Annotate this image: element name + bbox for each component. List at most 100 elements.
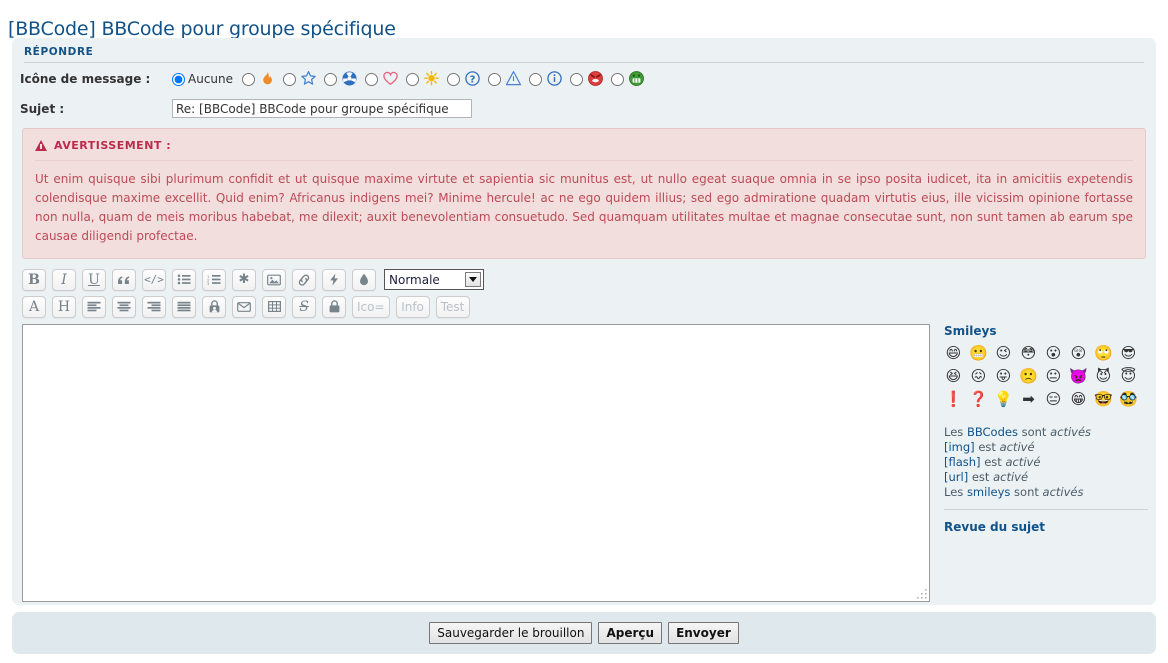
bbcode-status-link[interactable]: [img] xyxy=(944,440,975,454)
smiley-grid[interactable]: 😄 😬 😉 😳 😮 😲 🙄 😎 😆 😖 😛 🙁 😐 👿 😈 😇 ❗ ❓ 💡 ➡ 😑 😁 🤓 🥸 xyxy=(944,344,1144,413)
align-right-button[interactable] xyxy=(142,296,166,318)
info-button[interactable]: Info xyxy=(396,296,430,318)
bbcode-status-link[interactable]: smileys xyxy=(967,485,1010,499)
message-icon-radio-lightbulb-icon[interactable] xyxy=(406,73,419,86)
italic-button[interactable]: I xyxy=(52,269,76,291)
info-icon[interactable] xyxy=(545,70,563,88)
smiley-idea[interactable]: 💡 xyxy=(994,390,1013,409)
smiley-tongue[interactable]: 😛 xyxy=(994,367,1013,386)
smiley-annoyed[interactable]: 😖 xyxy=(969,367,988,386)
smiley-nerd[interactable]: 🥸 xyxy=(1119,390,1138,409)
topic-review-link[interactable]: Revue du sujet xyxy=(944,520,1148,534)
spoiler-button[interactable] xyxy=(322,296,346,318)
lightbulb-icon[interactable] xyxy=(422,70,440,88)
bold-button[interactable]: B xyxy=(22,269,46,291)
message-icon-radio-info-icon[interactable] xyxy=(529,73,542,86)
subject-input[interactable] xyxy=(172,99,472,118)
message-icon-group[interactable]: Aucune? xyxy=(172,70,652,88)
message-icon-option-star-icon[interactable] xyxy=(283,70,317,88)
smiley-plain[interactable]: 😑 xyxy=(1044,390,1063,409)
smiley-embarrassed[interactable]: 😳 xyxy=(1019,344,1038,363)
smiley-surprised[interactable]: 😮 xyxy=(1044,344,1063,363)
message-icon-option-radioactive-icon[interactable] xyxy=(324,70,358,88)
smiley-devil-grin[interactable]: 😈 xyxy=(1094,367,1113,386)
align-justify-button[interactable] xyxy=(172,296,196,318)
smiley-laugh[interactable]: 😄 xyxy=(944,344,963,363)
star-icon[interactable] xyxy=(299,70,317,88)
strikethrough-button[interactable]: S xyxy=(292,296,316,318)
message-icon-option-warning-icon[interactable] xyxy=(488,70,522,88)
smiley-devil-angry[interactable]: 👿 xyxy=(1069,367,1088,386)
heart-icon[interactable] xyxy=(381,70,399,88)
font-face-button[interactable]: A xyxy=(22,296,46,318)
message-icon-option-grin-face-icon[interactable] xyxy=(611,70,645,88)
message-icon-radio-warning-icon[interactable] xyxy=(488,73,501,86)
message-icon-option-info-icon[interactable] xyxy=(529,70,563,88)
image-button[interactable] xyxy=(262,269,286,291)
message-icon-radio-grin-face-icon[interactable] xyxy=(611,73,624,86)
smiley-arrow[interactable]: ➡ xyxy=(1019,390,1038,409)
smileys-title: Smileys xyxy=(944,324,1148,338)
link-button[interactable] xyxy=(292,269,316,291)
heading-button[interactable]: H xyxy=(52,296,76,318)
unordered-list-button[interactable] xyxy=(172,269,196,291)
message-textarea[interactable] xyxy=(22,324,930,602)
message-icon-radio-heart-icon[interactable] xyxy=(365,73,378,86)
bbcode-status-link[interactable]: BBCodes xyxy=(967,425,1018,439)
question-icon[interactable]: ? xyxy=(463,70,481,88)
smiley-exclamation[interactable]: ❗ xyxy=(944,390,963,409)
message-icon-option-none[interactable]: Aucune xyxy=(172,72,235,86)
preview-button[interactable]: Aperçu xyxy=(598,622,662,644)
list-item-button[interactable]: ✱ xyxy=(232,269,256,291)
smiley-neutral[interactable]: 😐 xyxy=(1044,367,1063,386)
save-draft-button[interactable]: Sauvegarder le brouillon xyxy=(429,622,592,644)
smiley-shocked[interactable]: 😲 xyxy=(1069,344,1088,363)
bbcode-status-link[interactable]: [url] xyxy=(944,470,968,484)
editor-toolbar: BIU </> 123 ✱ Normale AH S Ico= Info Test xyxy=(22,266,930,320)
angry-face-icon[interactable] xyxy=(586,70,604,88)
table-button[interactable] xyxy=(262,296,286,318)
hidden-text-button[interactable] xyxy=(202,296,226,318)
smiley-innocent[interactable]: 😇 xyxy=(1119,367,1138,386)
message-icon-radio-angry-face-icon[interactable] xyxy=(570,73,583,86)
smiley-green-grin[interactable]: 😁 xyxy=(1069,390,1088,409)
message-icon-option-lightbulb-icon[interactable] xyxy=(406,70,440,88)
message-icon-option-question-icon[interactable]: ? xyxy=(447,70,481,88)
ico-button[interactable]: Ico= xyxy=(352,296,390,318)
underline-button[interactable]: U xyxy=(82,269,106,291)
reply-page: [BBCode] BBCode pour groupe spécifique R… xyxy=(0,0,1168,663)
align-center-button[interactable] xyxy=(112,296,136,318)
smiley-glasses[interactable]: 🤓 xyxy=(1094,390,1113,409)
font-size-select[interactable]: Normale xyxy=(384,269,484,290)
test-button[interactable]: Test xyxy=(436,296,470,318)
align-left-button[interactable] xyxy=(82,296,106,318)
smiley-cool[interactable]: 😎 xyxy=(1119,344,1138,363)
radioactive-icon[interactable] xyxy=(340,70,358,88)
code-button[interactable]: </> xyxy=(142,269,166,291)
flash-button[interactable] xyxy=(322,269,346,291)
ordered-list-button[interactable]: 123 xyxy=(202,269,226,291)
message-icon-option-heart-icon[interactable] xyxy=(365,70,399,88)
email-button[interactable] xyxy=(232,296,256,318)
message-icon-radio-none[interactable] xyxy=(172,73,185,86)
message-icon-radio-question-icon[interactable] xyxy=(447,73,460,86)
message-icon-option-fire-icon[interactable] xyxy=(242,70,276,88)
smiley-question[interactable]: ❓ xyxy=(969,390,988,409)
smiley-sad[interactable]: 🙁 xyxy=(1019,367,1038,386)
smiley-big-laugh[interactable]: 😆 xyxy=(944,367,963,386)
warning-icon[interactable] xyxy=(504,70,522,88)
smiley-rolling-eyes[interactable]: 🙄 xyxy=(1094,344,1113,363)
fire-icon[interactable] xyxy=(258,70,276,88)
message-icon-radio-fire-icon[interactable] xyxy=(242,73,255,86)
grin-face-icon[interactable] xyxy=(627,70,645,88)
smiley-grin[interactable]: 😬 xyxy=(969,344,988,363)
bbcode-status-link[interactable]: [flash] xyxy=(944,455,981,469)
quote-button[interactable] xyxy=(112,269,136,291)
smiley-wink[interactable]: 😉 xyxy=(994,344,1013,363)
chevron-down-icon[interactable] xyxy=(465,272,481,287)
color-button[interactable] xyxy=(352,269,376,291)
message-icon-radio-star-icon[interactable] xyxy=(283,73,296,86)
message-icon-option-angry-face-icon[interactable] xyxy=(570,70,604,88)
message-icon-radio-radioactive-icon[interactable] xyxy=(324,73,337,86)
submit-button[interactable]: Envoyer xyxy=(668,622,739,644)
